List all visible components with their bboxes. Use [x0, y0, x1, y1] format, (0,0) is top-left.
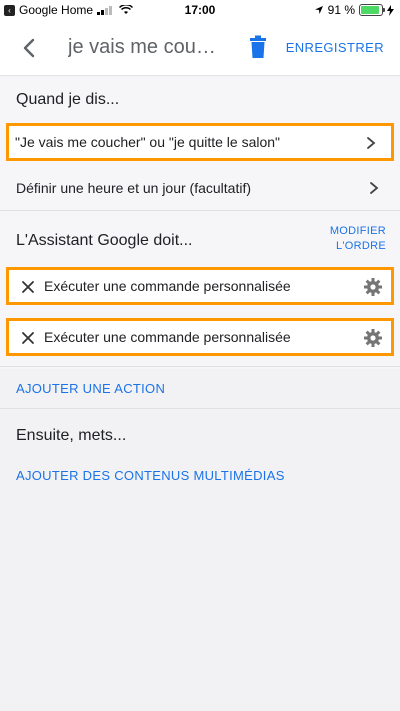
app-bar: je vais me couch… ENREGISTRER [0, 20, 400, 76]
reorder-label-line2: L'ORDRE [335, 240, 386, 252]
save-button[interactable]: ENREGISTRER [286, 40, 384, 55]
section-divider [0, 408, 400, 409]
assistant-section-title: L'Assistant Google doit... [16, 232, 193, 249]
assistant-section: L'Assistant Google doit... MODIFIER L'OR… [0, 211, 400, 369]
gear-icon[interactable] [363, 277, 383, 297]
remove-action-icon[interactable] [21, 331, 35, 345]
back-arrow-icon[interactable] [18, 34, 42, 62]
phrases-text: "Je vais me coucher" ou "je quitte le sa… [15, 134, 281, 150]
action-row[interactable]: Exécuter une commande personnalisée [6, 267, 394, 305]
action-label: Exécuter une commande personnalisée [44, 278, 291, 294]
chevron-right-icon [367, 137, 376, 149]
remove-action-icon[interactable] [21, 280, 35, 294]
time-day-row[interactable]: Définir une heure et un jour (facultatif… [0, 166, 400, 210]
battery-percent: 91 % [327, 3, 355, 17]
action-row[interactable]: Exécuter une commande personnalisée [6, 318, 394, 356]
routine-title[interactable]: je vais me couch… [68, 36, 220, 59]
media-section-title: Ensuite, mets... [16, 427, 127, 444]
add-action-button[interactable]: AJOUTER UNE ACTION [16, 381, 165, 396]
section-divider [0, 366, 400, 367]
when-section: Quand je dis... "Je vais me coucher" ou … [0, 77, 400, 210]
add-media-button[interactable]: AJOUTER DES CONTENUS MULTIMÉDIAS [16, 468, 285, 483]
time-day-text: Définir une heure et un jour (facultatif… [16, 180, 252, 196]
status-bar-right: 91 % [314, 3, 394, 17]
action-label: Exécuter une commande personnalisée [44, 329, 291, 345]
when-section-title: Quand je dis... [16, 91, 120, 108]
chevron-right-icon [370, 182, 379, 194]
charging-bolt-icon [387, 4, 394, 16]
reorder-button[interactable]: MODIFIER L'ORDRE [330, 224, 386, 254]
gear-icon[interactable] [363, 328, 383, 348]
trash-icon[interactable] [248, 35, 268, 59]
phrases-row[interactable]: "Je vais me coucher" ou "je quitte le sa… [6, 123, 394, 161]
reorder-label-line1: MODIFIER [329, 225, 386, 237]
battery-icon [359, 4, 385, 16]
status-bar: ‹ Google Home 17:00 91 % [0, 0, 400, 20]
location-arrow-icon [314, 6, 323, 14]
battery-fill [361, 6, 380, 14]
